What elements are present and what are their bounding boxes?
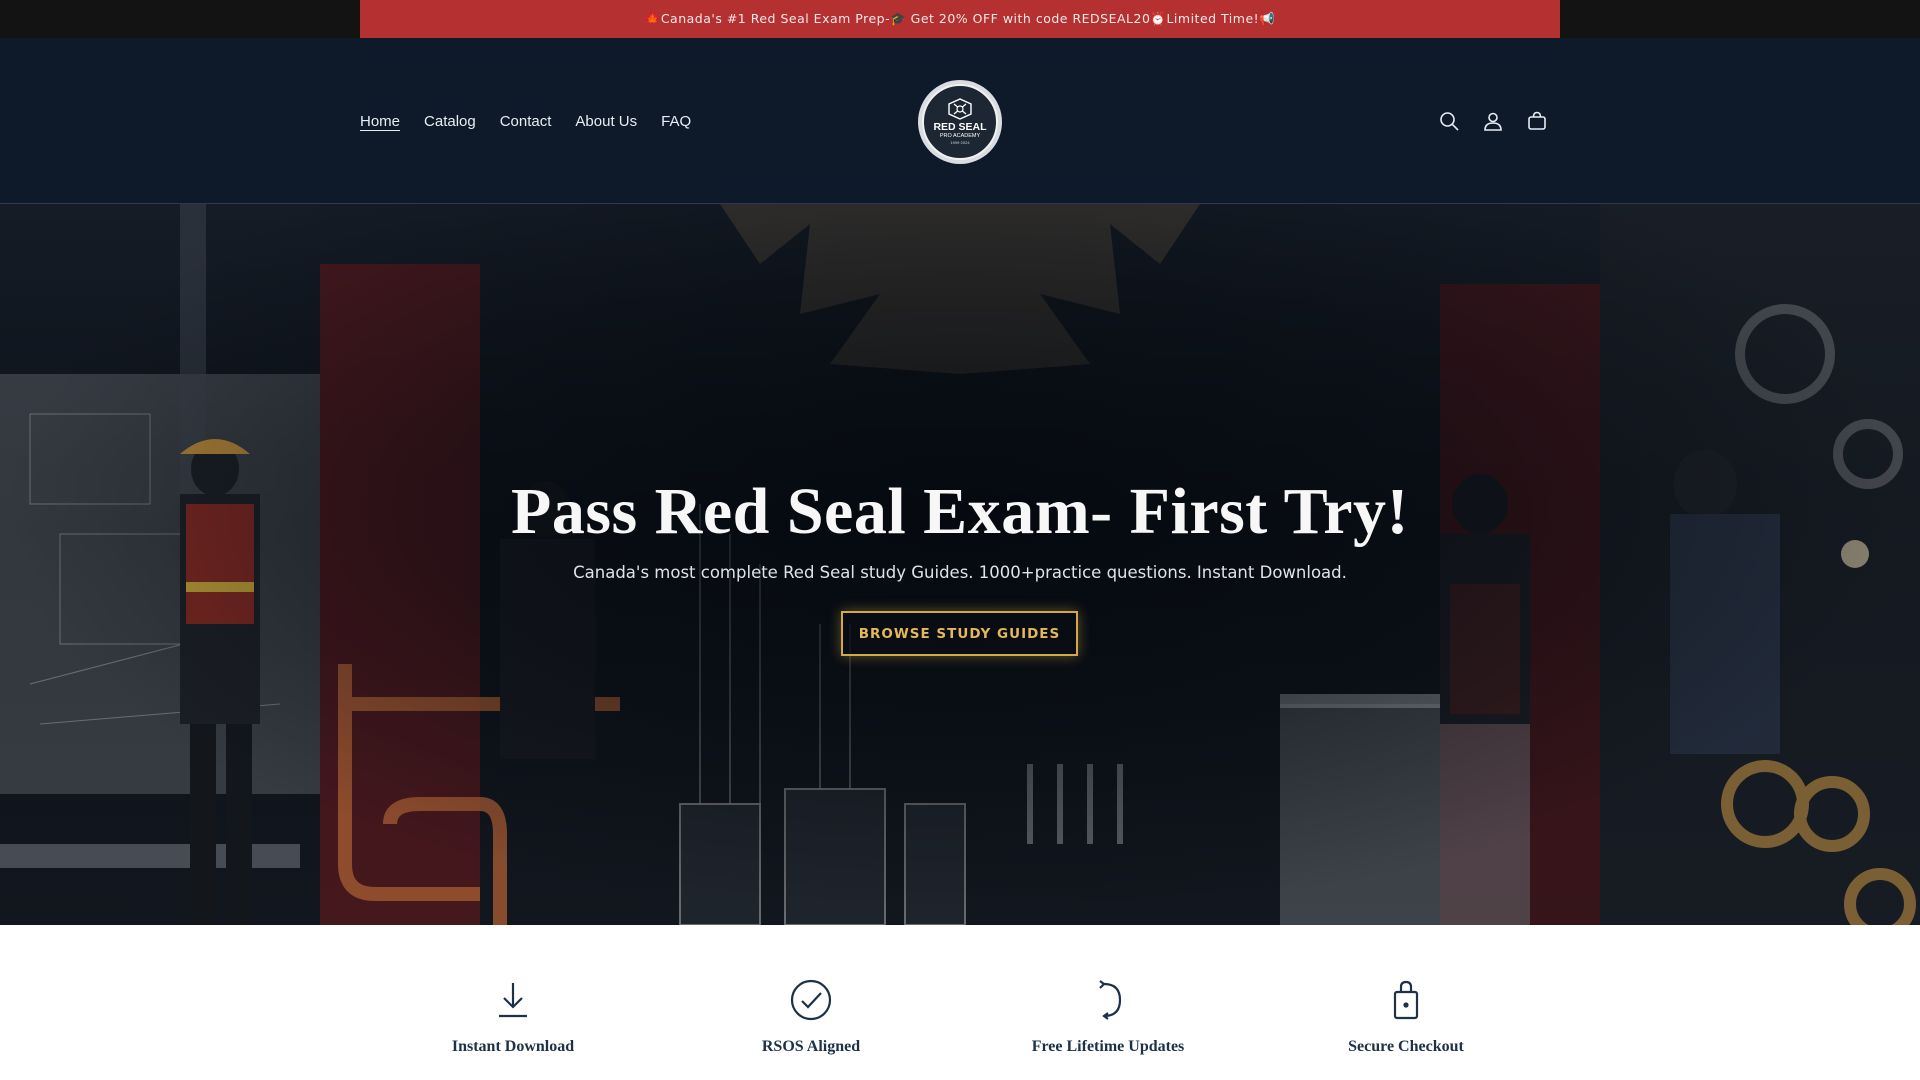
lock-icon [1384,978,1428,1022]
feature-secure-checkout: Secure Checkout [1286,978,1526,1056]
logo-subtitle: PRO ACADEMY [939,133,981,139]
account-icon[interactable] [1482,110,1504,132]
feature-label: Free Lifetime Updates [1031,1038,1185,1055]
hero-title: Pass Red Seal Exam- First Try! [511,475,1409,548]
feature-label: Instant Download [451,1038,575,1055]
refresh-icon [1086,978,1130,1022]
main-nav: Home Catalog Contact About Us FAQ [360,38,691,204]
download-icon [491,978,535,1022]
browse-study-guides-button[interactable]: BROWSE STUDY GUIDES [841,611,1078,656]
cart-icon[interactable] [1526,110,1548,132]
features-strip: Instant Download RSOS Aligned Free Lifet… [0,925,1920,1080]
site-header: Home Catalog Contact About Us FAQ RED SE… [0,38,1920,204]
feature-label: Secure Checkout [1348,1038,1464,1055]
header-icons [1438,38,1548,204]
site-logo[interactable]: RED SEAL PRO ACADEMY 1999·2024 [918,80,1002,164]
nav-faq[interactable]: FAQ [661,113,691,130]
search-icon[interactable] [1438,110,1460,132]
announcement-text: 🍁Canada's #1 Red Seal Exam Prep-🎓 Get 20… [644,11,1276,26]
nav-contact[interactable]: Contact [500,113,552,130]
feature-instant-download: Instant Download [393,978,633,1056]
logo-years: 1999·2024 [950,140,970,145]
announcement-bar-outer: 🍁Canada's #1 Red Seal Exam Prep-🎓 Get 20… [0,0,1920,38]
hero-subtitle: Canada's most complete Red Seal study Gu… [573,563,1347,582]
logo-title: RED SEAL [933,121,987,133]
hero-banner: Pass Red Seal Exam- First Try! Canada's … [0,204,1920,925]
nav-catalog[interactable]: Catalog [424,113,476,130]
feature-free-lifetime-updates: Free Lifetime Updates [988,978,1228,1056]
logo-badge: RED SEAL PRO ACADEMY 1999·2024 [922,84,998,160]
feature-label: RSOS Aligned [761,1038,861,1055]
check-circle-icon [789,978,833,1022]
feature-rsos-aligned: RSOS Aligned [691,978,931,1056]
announcement-bar: 🍁Canada's #1 Red Seal Exam Prep-🎓 Get 20… [360,0,1560,38]
nav-home[interactable]: Home [360,113,400,130]
logo-emblem-icon [948,98,972,120]
nav-about-us[interactable]: About Us [575,113,637,130]
